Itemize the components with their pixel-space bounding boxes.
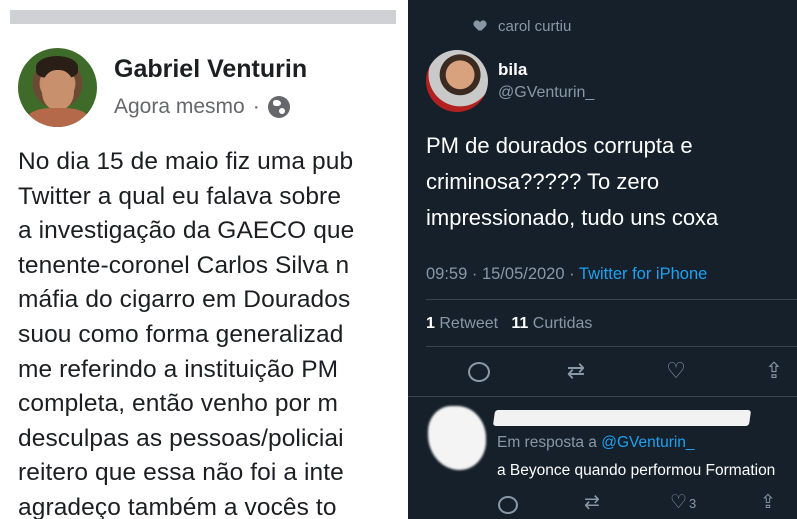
post-line: tenente-coronel Carlos Silva n xyxy=(18,251,350,279)
post-line: suou como forma generalizad xyxy=(18,320,344,348)
reply-actions: ⇄ ♡ 3 ⇪ xyxy=(408,492,797,516)
liked-by-label: carol curtiu xyxy=(498,18,572,35)
reply-icon[interactable] xyxy=(498,496,518,514)
reply-icon[interactable] xyxy=(468,362,490,382)
reply-text: a Beyonce quando performou Formation xyxy=(497,462,776,479)
post-line: máfia do cigarro em Dourados xyxy=(18,286,351,314)
redacted-avatar xyxy=(428,406,486,470)
timestamp[interactable]: 09:59 · 15/05/2020 · xyxy=(426,265,575,283)
in-reply-handle[interactable]: @GVenturin_ xyxy=(601,434,694,451)
tweet-actions: ⇄ ♡ ⇪ xyxy=(408,358,797,388)
heart-icon xyxy=(474,21,486,32)
tweet-timestamp: 09:59 · 15/05/2020 · Twitter for iPhone xyxy=(426,265,707,284)
reply-tweet[interactable]: Em resposta a @GVenturin_ a Beyonce quan… xyxy=(408,398,797,519)
post-line: desculpas as pessoas/policiai xyxy=(18,424,344,452)
like-button[interactable]: ♡ 3 xyxy=(670,492,696,514)
divider xyxy=(408,396,797,397)
post-meta: Agora mesmo · xyxy=(114,95,290,119)
display-name[interactable]: bila xyxy=(498,60,527,80)
post-line: No dia 15 de maio fiz uma pub xyxy=(18,148,354,175)
tweet-stats: 1 Retweet 11 Curtidas xyxy=(426,315,592,333)
post-body: No dia 15 de maio fiz uma pub Twitter a … xyxy=(18,145,408,519)
retweet-label[interactable]: Retweet xyxy=(439,315,498,332)
like-count[interactable]: 11 xyxy=(511,315,528,332)
share-icon[interactable]: ⇪ xyxy=(761,358,787,384)
avatar[interactable] xyxy=(426,50,488,112)
in-reply-prefix: Em resposta a xyxy=(497,434,597,451)
liked-by[interactable]: carol curtiu xyxy=(474,18,571,35)
in-reply-to: Em resposta a @GVenturin_ xyxy=(497,434,695,452)
like-icon[interactable]: ♡ xyxy=(663,358,689,384)
tweet-line: criminosa????? To zero xyxy=(426,169,660,194)
tweet-source[interactable]: Twitter for iPhone xyxy=(579,265,707,283)
meta-separator: · xyxy=(252,95,260,118)
post-line: me referindo a instituição PM xyxy=(18,355,339,383)
like-icon: ♡ xyxy=(670,492,688,513)
share-icon[interactable]: ⇪ xyxy=(760,492,776,514)
divider xyxy=(426,299,797,300)
like-label[interactable]: Curtidas xyxy=(533,315,593,332)
tweet-line: PM de dourados corrupta e xyxy=(426,133,693,158)
post-line: Twitter a qual eu falava sobre xyxy=(18,182,342,210)
facebook-post: Gabriel Venturin Agora mesmo · No dia 15… xyxy=(0,0,408,519)
tweet: carol curtiu bila @GVenturin_ PM de dour… xyxy=(408,0,797,519)
globe-icon[interactable] xyxy=(267,96,290,118)
retweet-icon[interactable]: ⇄ xyxy=(563,358,589,384)
post-line: completa, então venho por m xyxy=(18,390,339,418)
tweet-text: PM de dourados corrupta e criminosa?????… xyxy=(426,128,786,236)
post-line: agradeço também a vocês to xyxy=(18,493,337,519)
post-line: a investigação da GAECO que xyxy=(18,217,355,245)
post-line: reitero que essa não foi a inte xyxy=(18,459,344,487)
top-bar xyxy=(10,10,396,24)
divider xyxy=(426,346,797,347)
tweet-line: impressionado, tudo uns coxa xyxy=(426,205,719,230)
retweet-count[interactable]: 1 xyxy=(426,315,435,332)
redacted-name xyxy=(492,410,752,426)
retweet-icon[interactable]: ⇄ xyxy=(584,492,600,514)
avatar[interactable] xyxy=(18,48,97,127)
user-handle[interactable]: @GVenturin_ xyxy=(498,84,594,102)
post-time[interactable]: Agora mesmo xyxy=(114,95,245,119)
author-name[interactable]: Gabriel Venturin xyxy=(114,55,307,84)
reply-like-count: 3 xyxy=(689,496,697,511)
